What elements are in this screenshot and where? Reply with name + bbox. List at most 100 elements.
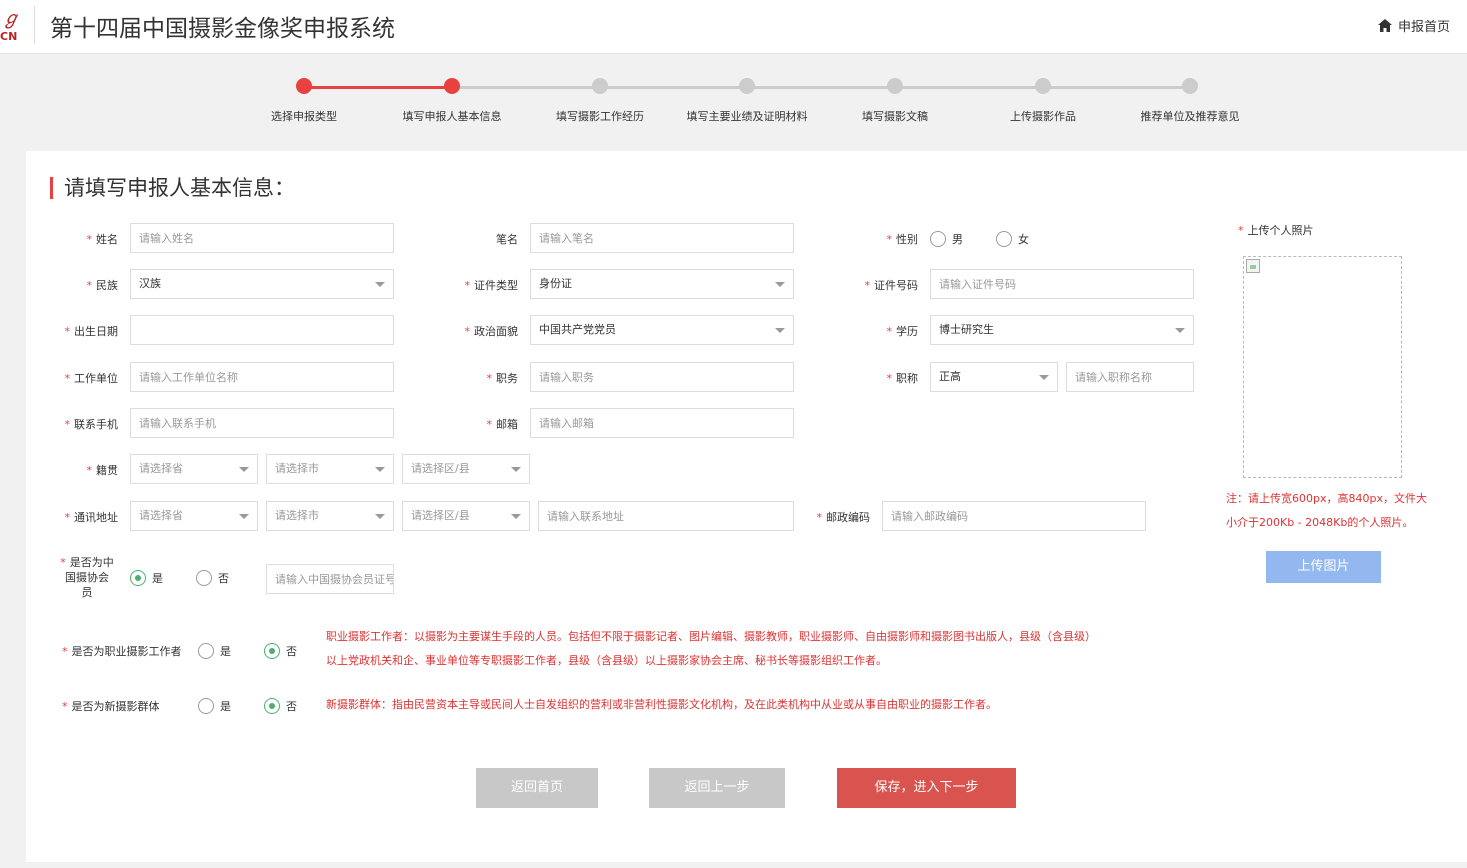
step-upload-works[interactable]: 上传摄影作品: [963, 78, 1123, 124]
employer-label: * 工作单位: [64, 372, 119, 385]
postcode-label: * 邮政编码: [816, 511, 871, 524]
upload-photo-button[interactable]: 上传图片: [1266, 551, 1381, 583]
professional-yes-radio[interactable]: 是: [198, 643, 231, 659]
new-group-yes-radio[interactable]: 是: [198, 698, 231, 714]
step-label: 填写主要业绩及证明材料: [686, 110, 808, 123]
title-name-input[interactable]: [1066, 362, 1194, 392]
radio-label: 否: [286, 645, 297, 658]
select-value: 博士研究生: [939, 323, 994, 336]
step-label: 上传摄影作品: [1010, 110, 1076, 123]
header-divider: [34, 6, 35, 44]
radio-label: 女: [1018, 233, 1029, 246]
radio-label: 是: [220, 645, 231, 658]
home-icon: [1377, 19, 1392, 32]
new-group-no-radio[interactable]: 否: [264, 698, 297, 714]
name-input[interactable]: [130, 223, 394, 253]
name-label: * 姓名: [86, 233, 119, 246]
position-input[interactable]: [530, 362, 794, 392]
chevron-down-icon: [375, 282, 385, 287]
chevron-down-icon: [1039, 375, 1049, 380]
home-link-label: 申报首页: [1397, 20, 1450, 35]
step-manuscript[interactable]: 填写摄影文稿: [815, 78, 975, 124]
radio-label: 否: [218, 572, 229, 585]
select-value: 请选择省: [139, 509, 183, 522]
address-province-select[interactable]: 请选择省: [130, 501, 258, 531]
gender-male-radio[interactable]: 男: [930, 231, 963, 247]
penname-input[interactable]: [530, 223, 794, 253]
native-city-select[interactable]: 请选择市: [266, 454, 394, 484]
new-group-note: 新摄影群体：指由民营资本主导或民间人士自发组织的营利或非营利性摄影文化机构，及在…: [326, 698, 997, 711]
title-rank-select[interactable]: 正高: [930, 362, 1058, 392]
chevron-down-icon: [511, 514, 521, 519]
chevron-down-icon: [511, 467, 521, 472]
form-card: 请填写申报人基本信息： *姓名 笔名 *性别 男 女 *民族 汉族 *证件类型 …: [26, 151, 1467, 862]
home-link[interactable]: 申报首页: [1377, 16, 1450, 35]
radio-circle: [198, 698, 214, 714]
postcode-input[interactable]: [882, 501, 1146, 531]
select-value: 请选择区/县: [411, 509, 470, 522]
cpa-member-number-input[interactable]: [266, 564, 394, 594]
cpa-member-yes-radio[interactable]: 是: [130, 570, 163, 586]
radio-circle: [196, 570, 212, 586]
step-label: 填写申报人基本信息: [402, 110, 502, 123]
id-type-select[interactable]: 身份证: [530, 269, 794, 299]
radio-circle: [996, 231, 1012, 247]
step-dot: [1035, 78, 1051, 94]
step-recommendation[interactable]: 推荐单位及推荐意见: [1110, 78, 1270, 124]
step-work-experience[interactable]: 填写摄影工作经历: [520, 78, 680, 124]
professional-note: 职业摄影工作者：以摄影为主要谋生手段的人员。包括但不限于摄影记者、图片编辑、摄影…: [326, 630, 1096, 667]
step-basic-info[interactable]: 填写申报人基本信息: [372, 78, 532, 124]
select-value: 正高: [939, 370, 961, 383]
step-select-type[interactable]: 选择申报类型: [224, 78, 384, 124]
previous-step-button[interactable]: 返回上一步: [649, 768, 785, 808]
ethnicity-select[interactable]: 汉族: [130, 269, 394, 299]
radio-circle: [264, 643, 280, 659]
chevron-down-icon: [775, 282, 785, 287]
step-dot: [739, 78, 755, 94]
cpa-member-no-radio[interactable]: 否: [196, 570, 229, 586]
radio-label: 是: [152, 572, 163, 585]
return-home-button[interactable]: 返回首页: [476, 768, 598, 808]
employer-input[interactable]: [130, 362, 394, 392]
section-title: 请填写申报人基本信息：: [50, 177, 295, 199]
political-select[interactable]: 中国共产党党员: [530, 315, 794, 345]
select-value: 身份证: [539, 277, 572, 290]
education-select[interactable]: 博士研究生: [930, 315, 1194, 345]
email-input[interactable]: [530, 408, 794, 438]
native-province-select[interactable]: 请选择省: [130, 454, 258, 484]
ethnicity-label: * 民族: [86, 279, 119, 292]
title-rank-label: * 职称: [886, 372, 919, 385]
penname-label: 笔名: [496, 233, 518, 246]
step-label: 填写摄影工作经历: [556, 110, 644, 123]
app-title: 第十四届中国摄影金像奖申报系统: [50, 16, 395, 42]
native-district-select[interactable]: 请选择区/县: [402, 454, 530, 484]
address-city-select[interactable]: 请选择市: [266, 501, 394, 531]
professional-no-radio[interactable]: 否: [264, 643, 297, 659]
address-input[interactable]: [538, 501, 794, 531]
birthdate-label: * 出生日期: [64, 325, 119, 338]
new-group-label: * 是否为新摄影群体: [62, 700, 160, 713]
birthdate-input[interactable]: [130, 315, 394, 345]
step-dot: [887, 78, 903, 94]
select-value: 请选择市: [275, 462, 319, 475]
id-number-input[interactable]: [930, 269, 1194, 299]
step-label: 推荐单位及推荐意见: [1140, 110, 1240, 123]
step-achievements[interactable]: 填写主要业绩及证明材料: [667, 78, 827, 124]
progress-stepper: 选择申报类型 填写申报人基本信息 填写摄影工作经历 填写主要业绩及证明材料 填写…: [0, 54, 1467, 150]
step-dot: [592, 78, 608, 94]
mobile-input[interactable]: [130, 408, 394, 438]
site-logo[interactable]: ℊ CN: [0, 0, 34, 50]
chevron-down-icon: [239, 467, 249, 472]
radio-label: 男: [952, 233, 963, 246]
address-district-select[interactable]: 请选择区/县: [402, 501, 530, 531]
mobile-label: * 联系手机: [64, 418, 119, 431]
select-value: 请选择市: [275, 509, 319, 522]
broken-image-icon: [1246, 259, 1260, 273]
chevron-down-icon: [1175, 328, 1185, 333]
professional-label: * 是否为职业摄影工作者: [62, 645, 182, 658]
gender-female-radio[interactable]: 女: [996, 231, 1029, 247]
save-next-button[interactable]: 保存，进入下一步: [837, 768, 1016, 808]
logo-text: CN: [0, 30, 18, 43]
email-label: * 邮箱: [486, 418, 519, 431]
photo-preview: [1243, 256, 1402, 478]
